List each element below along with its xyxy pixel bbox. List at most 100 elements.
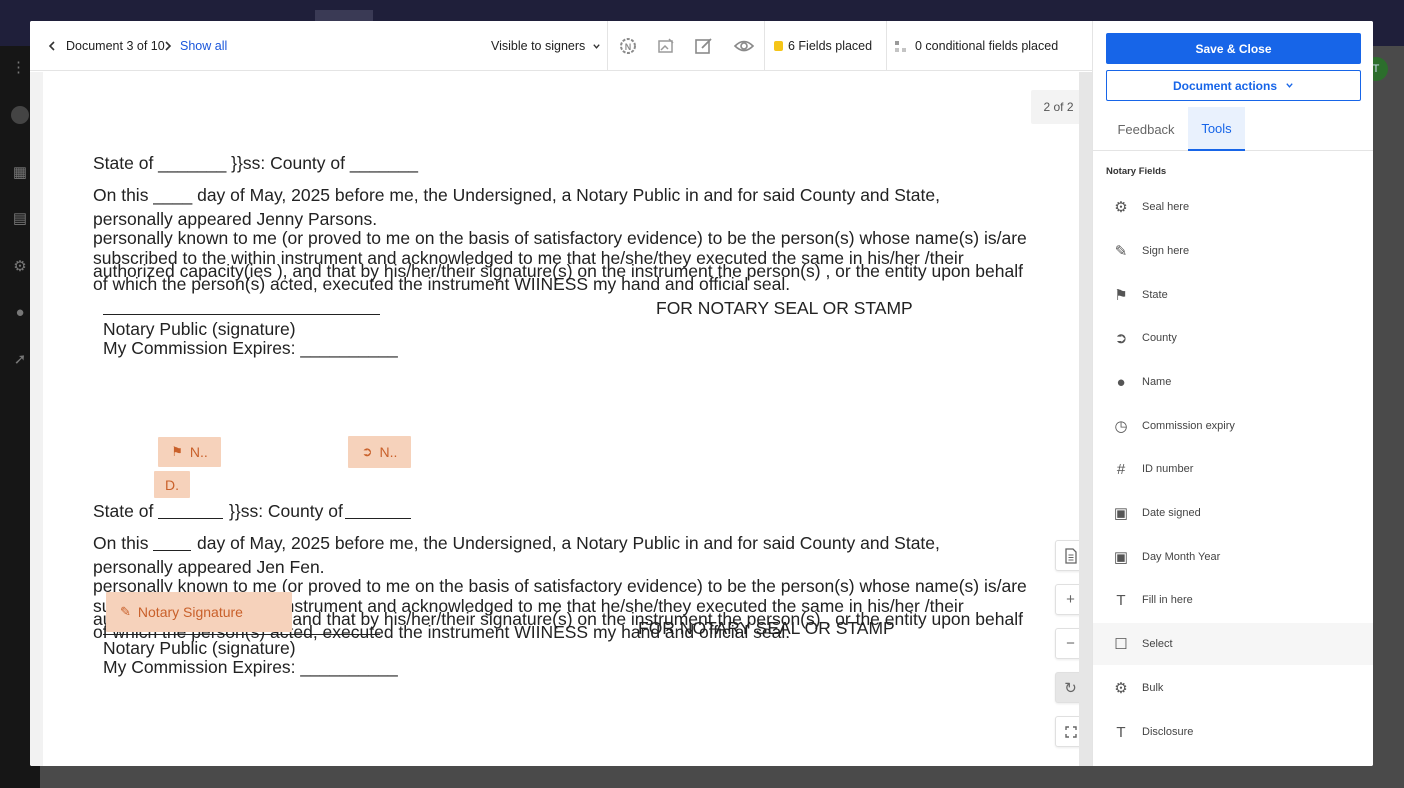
conditional-fields-status[interactable]: 0 conditional fields placed <box>894 21 1058 71</box>
day-field-chip[interactable]: D. <box>154 471 190 498</box>
image-sign-icon <box>658 38 674 53</box>
document-actions-button[interactable]: Document actions <box>1106 70 1361 101</box>
seal-icon: ⚙ <box>1114 199 1128 216</box>
toolbar-divider <box>607 21 608 71</box>
tool-label: Day Month Year <box>1142 551 1221 563</box>
compass-icon: ➲ <box>361 444 373 459</box>
tool-label: County <box>1142 332 1177 344</box>
calendar-icon: ▤ <box>12 210 28 227</box>
tool-select[interactable]: ☐ Select <box>1093 623 1373 665</box>
pen-icon: ✎ <box>1114 243 1128 260</box>
preview-button[interactable] <box>733 21 755 71</box>
toolbar-divider <box>764 21 765 71</box>
tool-label: Select <box>1142 638 1173 650</box>
notary-seal-label: FOR NOTARY SEAL OR STAMP <box>638 618 895 638</box>
tool-disclosure[interactable]: T Disclosure <box>1093 711 1373 753</box>
conditional-logic-icon <box>895 40 906 52</box>
notary-signature-field-label: Notary Signature <box>137 604 243 620</box>
notary-signature-field-chip[interactable]: ✎ Notary Signature <box>106 592 292 632</box>
tool-day-month-year[interactable]: ▣ Day Month Year <box>1093 536 1373 578</box>
tool-label: Date signed <box>1142 507 1201 519</box>
tab-feedback[interactable]: Feedback <box>1106 107 1186 151</box>
state-county-line: State of _______ }}ss: County of _______ <box>93 153 418 173</box>
person-icon: ● <box>1116 373 1126 391</box>
document-scrollbar[interactable] <box>1079 72 1092 766</box>
tool-label: Seal here <box>1142 201 1190 213</box>
seal-icon: N <box>620 38 636 54</box>
notary-signature-label: Notary Public (signature) <box>103 319 296 339</box>
state-underline <box>158 518 223 519</box>
tool-label: Bulk <box>1142 682 1164 694</box>
state-field-label: N.. <box>189 444 208 460</box>
gear-icon: ⚙ <box>1114 680 1128 697</box>
notary-fields-heading: Notary Fields <box>1106 166 1167 177</box>
compass-icon: ➲ <box>1114 330 1128 347</box>
flag-icon: ⚑ <box>171 444 183 459</box>
chevron-right-icon <box>165 41 172 51</box>
ss-county-label: }}ss: County of <box>229 501 343 521</box>
signature-underline <box>103 634 380 635</box>
hash-icon: # <box>1116 460 1126 478</box>
notary-seal-label: FOR NOTARY SEAL OR STAMP <box>656 298 913 318</box>
tool-state[interactable]: ⚑ State <box>1093 274 1373 316</box>
users-icon: ● <box>15 304 25 321</box>
tool-bulk[interactable]: ⚙ Bulk <box>1093 667 1373 709</box>
county-field-label: N.. <box>379 444 398 460</box>
document-actions-label: Document actions <box>1172 78 1277 93</box>
fields-placed-status[interactable]: 6 Fields placed <box>774 21 872 71</box>
flag-icon: ⚑ <box>1114 287 1128 304</box>
editor-toolbar: Document 3 of 10 Show all Visible to sig… <box>30 21 1092 71</box>
apps-grid-icon: ⋮⋮ <box>11 59 41 76</box>
clock-icon: ◷ <box>1114 418 1128 435</box>
show-all-link[interactable]: Show all <box>180 21 227 71</box>
visibility-label: Visible to signers <box>491 39 586 53</box>
day-underline <box>153 550 191 551</box>
tool-fill-in-here[interactable]: T Fill in here <box>1093 579 1373 621</box>
notary-seal-tool-button[interactable]: N <box>618 21 638 71</box>
signature-image-button[interactable] <box>656 21 676 71</box>
checkbox-icon: ☐ <box>1114 636 1128 653</box>
fields-placed-label: 6 Fields placed <box>788 39 873 53</box>
toolbar-divider <box>886 21 887 71</box>
save-close-button[interactable]: Save & Close <box>1106 33 1361 64</box>
edit-button[interactable] <box>694 21 714 71</box>
conditional-fields-label: 0 conditional fields placed <box>915 39 1059 53</box>
document-counter: Document 3 of 10 <box>66 39 165 53</box>
appeared-line: personally appeared Jenny Parsons. <box>93 209 378 229</box>
day-line: On this ____ day of May, 2025 before me,… <box>93 185 940 205</box>
document-viewer[interactable]: 2 of 2 State of _______ }}ss: County of … <box>30 72 1092 766</box>
fullscreen-icon <box>1064 725 1077 738</box>
rocket-icon: ➚ <box>13 351 27 368</box>
tool-commission-expiry[interactable]: ◷ Commission expiry <box>1093 405 1373 447</box>
edit-icon <box>695 38 712 54</box>
tool-label: Disclosure <box>1142 726 1194 738</box>
calendar-icon: ▣ <box>1113 549 1129 566</box>
document-editor-modal: Document 3 of 10 Show all Visible to sig… <box>30 21 1373 766</box>
tool-label: Sign here <box>1142 245 1190 257</box>
document-page[interactable]: 2 of 2 State of _______ }}ss: County of … <box>43 72 1086 766</box>
tool-name[interactable]: ● Name <box>1093 361 1373 403</box>
prev-document-button[interactable] <box>47 21 57 71</box>
state-field-chip[interactable]: ⚑ N.. <box>158 437 221 467</box>
calendar-icon: ▣ <box>1113 505 1129 522</box>
appeared-line: personally appeared Jen Fen. <box>93 557 325 577</box>
eye-icon <box>733 40 755 52</box>
signature-underline <box>103 314 380 315</box>
tab-tools[interactable]: Tools <box>1188 107 1245 151</box>
tool-county[interactable]: ➲ County <box>1093 317 1373 359</box>
next-document-button[interactable] <box>163 21 173 71</box>
tool-sign-here[interactable]: ✎ Sign here <box>1093 230 1373 272</box>
tool-id-number[interactable]: # ID number <box>1093 448 1373 490</box>
tool-seal-here[interactable]: ⚙ Seal here <box>1093 186 1373 228</box>
tools-panel: Save & Close Document actions Feedback T… <box>1092 21 1373 766</box>
notary-signature-label: Notary Public (signature) <box>103 638 296 658</box>
visibility-dropdown[interactable]: Visible to signers <box>491 21 601 71</box>
tool-label: Fill in here <box>1142 594 1193 606</box>
text-box-icon: T <box>1116 723 1126 741</box>
avatar <box>11 106 29 124</box>
chevron-down-icon <box>1286 83 1293 88</box>
commission-expires-line: My Commission Expires: __________ <box>103 657 398 677</box>
county-field-chip[interactable]: ➲ N.. <box>348 436 411 468</box>
day-prefix: On this <box>93 533 149 553</box>
tool-date-signed[interactable]: ▣ Date signed <box>1093 492 1373 534</box>
